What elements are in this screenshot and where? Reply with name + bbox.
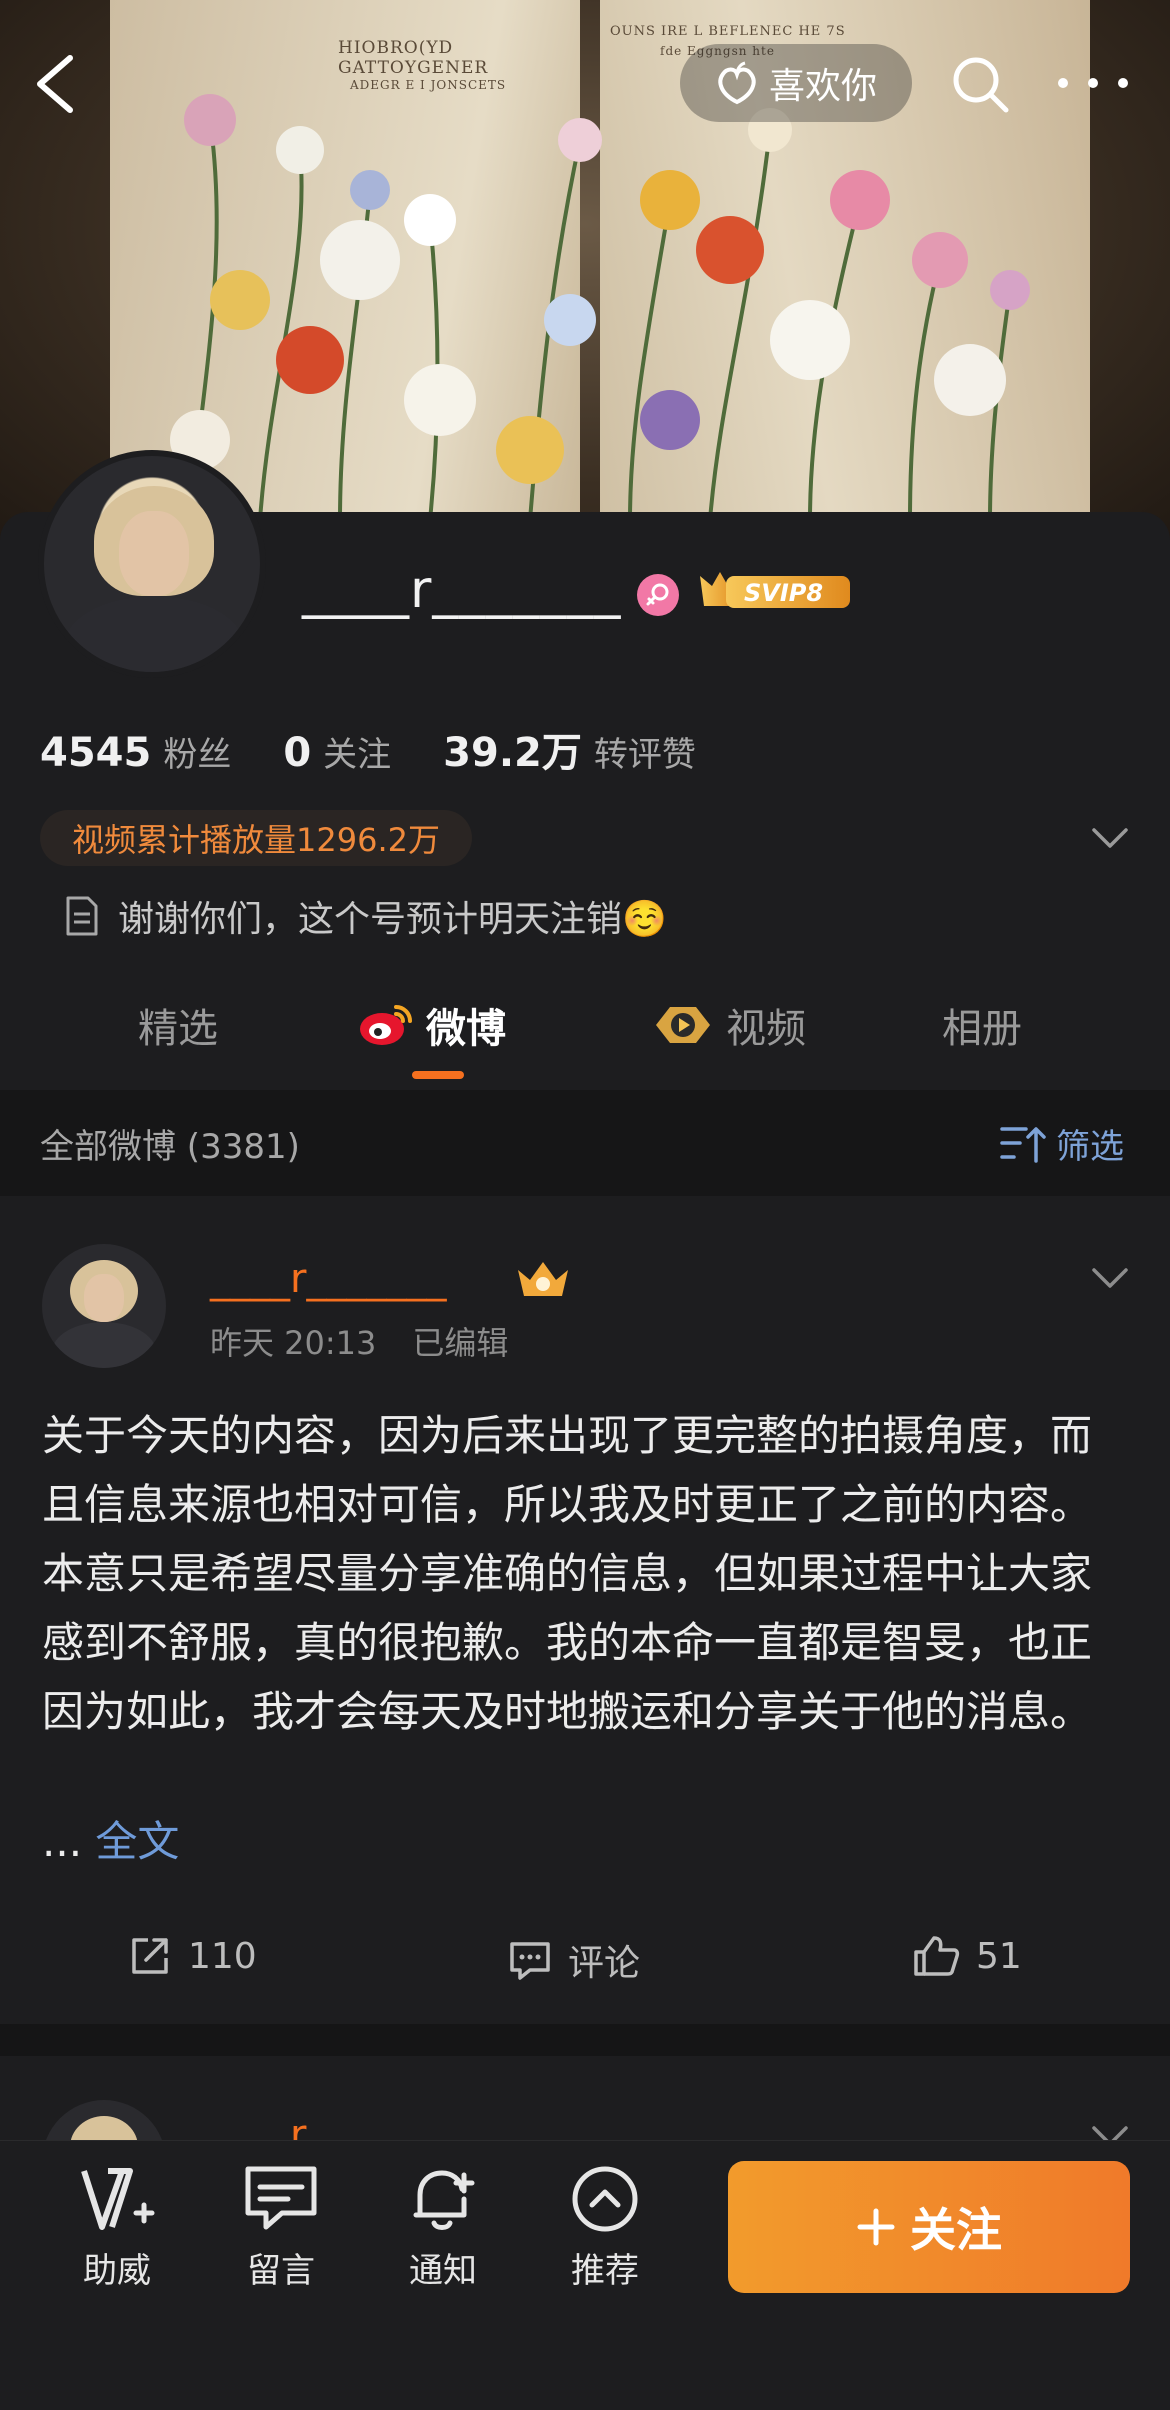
more-dots-icon [1118, 78, 1128, 88]
avatar-figure [64, 596, 244, 672]
post-read-more: ... 全文 [42, 1808, 179, 1869]
expand-profile-button[interactable] [1086, 820, 1134, 856]
repost-button[interactable]: 110 [128, 1934, 257, 1978]
back-button[interactable] [28, 52, 84, 116]
stat-label: 关注 [323, 735, 392, 775]
stat-label: 转评赞 [593, 735, 696, 775]
more-options-button[interactable] [1058, 58, 1128, 108]
follow-button[interactable]: 关注 [728, 2161, 1130, 2293]
cheer-label: 助威 [83, 2251, 151, 2291]
document-icon [66, 896, 98, 936]
message-icon [245, 2166, 317, 2230]
tab-label: 相册 [942, 1006, 1022, 1052]
cheer-button[interactable]: 助威 [52, 2163, 182, 2292]
active-tab-indicator [412, 1071, 464, 1079]
repost-count: 110 [188, 1935, 257, 1977]
recommend-label: 推荐 [571, 2251, 639, 2291]
post-menu-button[interactable] [1086, 1260, 1134, 1296]
profile-username: ____r_______ [302, 560, 622, 620]
notify-label: 通知 [409, 2251, 477, 2291]
stat-number: 4545 [40, 730, 152, 776]
chevron-down-icon [1092, 1268, 1128, 1288]
peach-heart-icon [718, 61, 756, 105]
recommend-button[interactable]: 推荐 [540, 2163, 670, 2292]
tab-label: 精选 [138, 1006, 218, 1052]
feed-filter-bar: 全部微博 (3381) 筛选 [0, 1090, 1170, 1196]
video-icon [656, 1007, 710, 1043]
tab-label: 微博 [426, 1006, 506, 1052]
post-separator [0, 2024, 1170, 2056]
like-you-label: 喜欢你 [768, 66, 877, 107]
search-icon [953, 57, 1009, 113]
top-navigation-bar: 喜欢你 [0, 0, 1170, 170]
ellipsis: ... [42, 1817, 83, 1866]
filter-label: 筛选 [1056, 1126, 1124, 1167]
profile-avatar[interactable] [38, 450, 266, 678]
comment-label: 评论 [568, 1943, 641, 1984]
stat-number: 39.2万 [443, 730, 582, 776]
post-meta: 昨天 20:13 已编辑 [210, 1318, 508, 1364]
comment-button[interactable]: 评论 [508, 1934, 640, 1986]
avatar-figure [52, 1322, 156, 1368]
bio-text: 谢谢你们，这个号预计明天注销☺️ [118, 899, 667, 940]
like-button[interactable]: 51 [912, 1934, 1022, 1978]
avatar-face [84, 1274, 124, 1322]
post-time: 昨天 20:13 [210, 1324, 377, 1362]
comment-icon [510, 1942, 550, 1980]
share-icon [132, 1938, 168, 1974]
search-button[interactable] [948, 52, 1012, 116]
post-author-avatar[interactable] [42, 1244, 166, 1368]
full-text-link[interactable]: 全文 [95, 1817, 179, 1866]
more-dots-icon [1088, 78, 1098, 88]
vip-crown-icon [514, 1256, 572, 1304]
svip-badge[interactable]: SVIP8 [696, 566, 856, 614]
filter-button[interactable]: 筛选 [1000, 1119, 1124, 1168]
stat-interactions[interactable]: 39.2万 转评赞 [443, 720, 696, 778]
profile-tabs: 精选 微博 视频 相册 [0, 985, 1170, 1085]
notify-button[interactable]: 通知 [378, 2163, 508, 2292]
bell-plus-icon [413, 2170, 475, 2230]
tab-featured[interactable]: 精选 [138, 985, 218, 1065]
more-dots-icon [1058, 78, 1068, 88]
tab-weibo[interactable]: 微博 [358, 985, 506, 1065]
post-edited-label[interactable]: 已编辑 [412, 1318, 508, 1364]
post-body-text[interactable]: 关于今天的内容，因为后来出现了更完整的拍摄角度，而且信息来源也相对可信，所以我及… [42, 1401, 1122, 1746]
plus-icon [857, 2208, 895, 2246]
weibo-post: ____r_______ 昨天 20:13 已编辑 关于今天的内容，因为后来出现… [0, 1196, 1170, 2024]
weibo-logo-icon [360, 1005, 412, 1045]
tab-label: 视频 [726, 1006, 806, 1052]
like-you-button[interactable]: 喜欢你 [680, 44, 912, 122]
filter-icon [1000, 1127, 1046, 1163]
tab-album[interactable]: 相册 [942, 985, 1022, 1065]
tab-video[interactable]: 视频 [652, 985, 806, 1065]
post-actions: 110 评论 51 [0, 1914, 1170, 2014]
like-count: 51 [976, 1935, 1022, 1977]
avatar-face [119, 511, 189, 596]
chevron-left-icon [37, 55, 73, 113]
video-play-count-badge[interactable]: 视频累计播放量1296.2万 [40, 810, 472, 866]
post-author-name[interactable]: ____r_______ [210, 1256, 446, 1302]
follow-label: 关注 [910, 2203, 1002, 2257]
message-button[interactable]: 留言 [216, 2163, 346, 2292]
stat-fans[interactable]: 4545 粉丝 [40, 727, 231, 776]
svip-crown-icon: SVIP8 [700, 572, 850, 608]
all-posts-count: 全部微博 (3381) [40, 1126, 300, 1167]
svip-label: SVIP8 [744, 579, 823, 607]
profile-bio: 谢谢你们，这个号预计明天注销☺️ [62, 890, 667, 942]
bottom-action-bar: 助威 留言 通知 推荐 关注 [0, 2140, 1170, 2410]
cheer-v-icon [81, 2168, 155, 2230]
chevron-down-icon [1092, 828, 1128, 848]
thumbs-up-icon [914, 1936, 960, 1976]
stat-label: 粉丝 [163, 735, 232, 775]
female-gender-icon [637, 574, 679, 616]
stat-following[interactable]: 0 关注 [283, 727, 391, 776]
profile-stats: 4545 粉丝 0 关注 39.2万 转评赞 [40, 720, 748, 778]
message-label: 留言 [247, 2251, 315, 2291]
recommend-chevron-icon [572, 2166, 638, 2232]
stat-number: 0 [283, 730, 312, 776]
